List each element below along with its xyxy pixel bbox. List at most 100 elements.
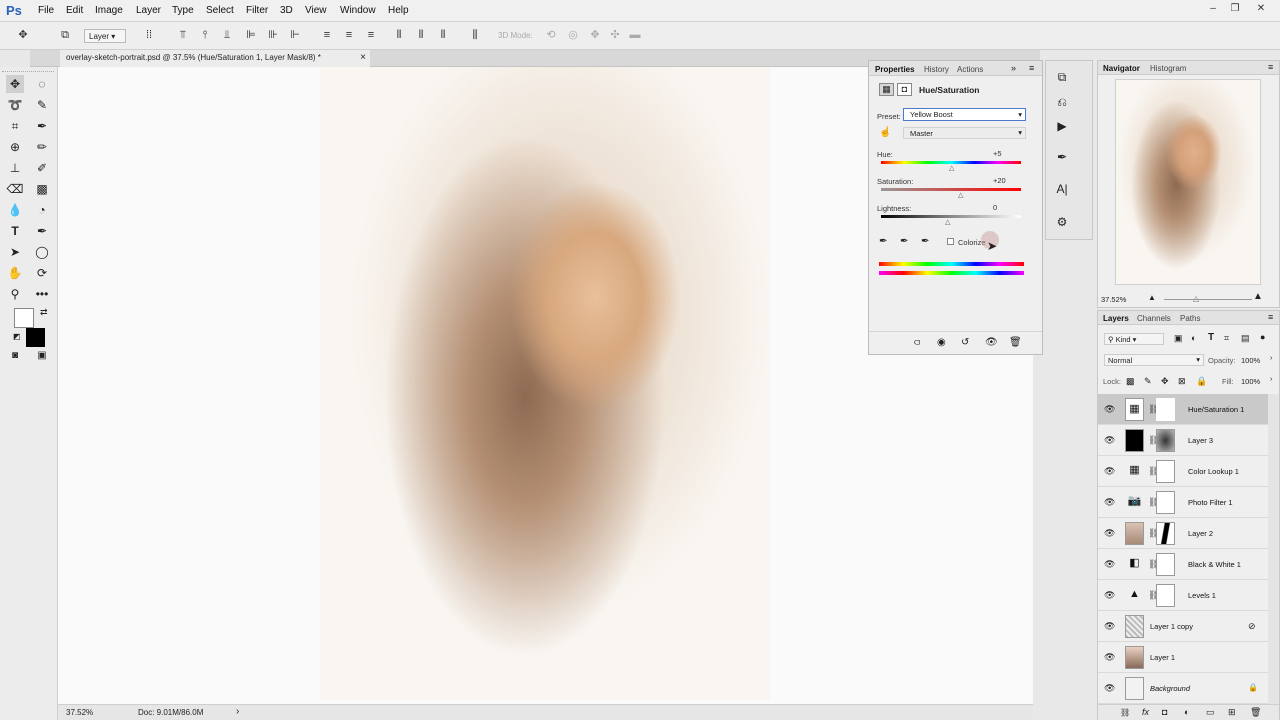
distribute-vcenter-icon[interactable]: ≡	[342, 28, 356, 42]
tab-navigator[interactable]: Navigator	[1103, 64, 1140, 73]
zoom-level[interactable]: 37.52%	[66, 708, 93, 717]
auto-align-icon[interactable]: ⫼	[468, 28, 482, 42]
zoom-out-icon[interactable]: ▲	[1148, 293, 1156, 302]
brush-panel-icon[interactable]: ✒	[1054, 149, 1070, 165]
pen-tool-icon[interactable]: ✒	[33, 222, 51, 240]
marquee-tool-icon[interactable]: ◌	[33, 75, 51, 93]
menu-view[interactable]: View	[305, 5, 327, 16]
3d-pan-icon[interactable]: ✥	[588, 28, 602, 42]
default-colors-icon[interactable]: ◩	[13, 332, 21, 341]
menu-filter[interactable]: Filter	[246, 5, 268, 16]
align-vcenter-icon[interactable]: ⫯	[198, 28, 212, 42]
layer-name[interactable]: Levels 1	[1188, 591, 1216, 600]
tool-presets-icon[interactable]: ⚙	[1054, 214, 1070, 230]
panel-menu-icon[interactable]: ≡	[1268, 312, 1273, 322]
fill-value[interactable]: 100%	[1241, 377, 1260, 386]
properties-panel-icon[interactable]: ⧉	[1054, 69, 1070, 85]
layer-row-layer-1[interactable]: 👁 Layer 1	[1098, 642, 1268, 673]
3d-roll-icon[interactable]: ◎	[566, 28, 580, 42]
close-document-icon[interactable]: ×	[360, 52, 366, 63]
menu-type[interactable]: Type	[172, 5, 194, 16]
layer-filter-dropdown[interactable]: ⚲ Kind ▾	[1104, 333, 1164, 345]
canvas-photo[interactable]	[320, 67, 770, 700]
tab-channels[interactable]: Channels	[1137, 314, 1171, 323]
panel-menu-icon[interactable]: ≡	[1029, 63, 1034, 73]
lasso-tool-icon[interactable]: ➰	[6, 96, 24, 114]
quick-mask-icon[interactable]: ◙	[6, 347, 24, 365]
panel-collapse-icon[interactable]: »	[1011, 63, 1016, 73]
maximize-button[interactable]: ❐	[1226, 3, 1244, 17]
foreground-color-swatch[interactable]	[14, 308, 34, 328]
hand-tool-icon[interactable]: ✋	[6, 264, 24, 282]
clip-to-layer-icon[interactable]: ⫏	[914, 337, 920, 348]
menu-select[interactable]: Select	[206, 5, 234, 16]
layer-row-photo-filter-1[interactable]: 👁 📷 ⛓ Photo Filter 1	[1098, 487, 1268, 518]
visibility-eye-icon[interactable]: 👁	[1104, 652, 1116, 662]
visibility-eye-icon[interactable]: 👁	[1104, 559, 1116, 569]
layer-mask-thumb[interactable]	[1156, 584, 1175, 607]
history-panel-icon[interactable]: ⎌	[1054, 94, 1070, 110]
delete-layer-icon[interactable]: 🗑	[1250, 707, 1261, 718]
preset-dropdown[interactable]: Yellow Boost ▾	[903, 108, 1026, 121]
lock-pixels-icon[interactable]: ✎	[1144, 376, 1152, 387]
healing-brush-tool-icon[interactable]: ⊕	[6, 138, 24, 156]
visibility-eye-icon[interactable]: 👁	[1104, 621, 1116, 631]
status-menu-arrow[interactable]: ›	[236, 706, 239, 717]
distribute-bottom-icon[interactable]: ≡	[364, 28, 378, 42]
menu-3d[interactable]: 3D	[280, 5, 293, 16]
background-color-swatch[interactable]	[26, 328, 45, 347]
lightness-value[interactable]: 0	[993, 203, 997, 212]
tab-layers[interactable]: Layers	[1103, 314, 1129, 323]
layer-row-color-lookup-1[interactable]: 👁 ▦ ⛓ Color Lookup 1	[1098, 456, 1268, 487]
hue-value[interactable]: +5	[993, 149, 1002, 158]
distribute-right-icon[interactable]: ⦀	[436, 28, 450, 42]
align-top-icon[interactable]: ⫪	[176, 28, 190, 42]
layer-mask-thumb[interactable]	[1156, 491, 1175, 514]
adjustment-icon[interactable]: ▦	[879, 83, 894, 96]
character-panel-icon[interactable]: A|	[1054, 181, 1070, 197]
layer-name[interactable]: Layer 1	[1150, 653, 1175, 662]
align-hcenter-icon[interactable]: ⊪	[266, 28, 280, 42]
dodge-tool-icon[interactable]: ◔	[33, 201, 51, 219]
rotate-view-tool-icon[interactable]: ⟳	[33, 264, 51, 282]
eyedropper-tool-icon[interactable]: ✒	[33, 117, 51, 135]
navigator-zoom-value[interactable]: 37.52%	[1101, 295, 1126, 304]
layer-row-layer-3[interactable]: 👁 ⛓ Layer 3	[1098, 425, 1268, 456]
document-tab[interactable]: overlay-sketch-portrait.psd @ 37.5% (Hue…	[60, 50, 370, 67]
lightness-slider-handle[interactable]: △	[945, 218, 950, 226]
ellipse-tool-icon[interactable]: ◯	[33, 243, 51, 261]
tab-properties[interactable]: Properties	[875, 65, 915, 74]
opacity-arrow-icon[interactable]: ›	[1270, 355, 1272, 362]
eyedropper-icon[interactable]: ✒	[879, 236, 887, 247]
lightness-slider-track[interactable]	[881, 215, 1021, 218]
zoom-in-icon[interactable]: ▲	[1253, 291, 1263, 302]
layer-name[interactable]: Hue/Saturation 1	[1188, 405, 1244, 414]
channel-dropdown[interactable]: Master ▾	[903, 127, 1026, 139]
layer-row-levels-1[interactable]: 👁 ▲ ⛓ Levels 1	[1098, 580, 1268, 611]
tab-actions[interactable]: Actions	[957, 65, 983, 74]
new-layer-icon[interactable]: ⊞	[1228, 707, 1236, 718]
visibility-eye-icon[interactable]: 👁	[1104, 404, 1116, 414]
fill-arrow-icon[interactable]: ›	[1270, 376, 1272, 383]
layer-name[interactable]: Background	[1150, 684, 1190, 693]
layer-row-hue-saturation-1[interactable]: 👁 ▦ ⛓ Hue/Saturation 1	[1098, 394, 1268, 425]
smart-filter-icon[interactable]: ⊘	[1248, 621, 1256, 632]
hue-slider-handle[interactable]: △	[949, 164, 954, 172]
screen-mode-icon[interactable]: ▣	[33, 347, 51, 365]
crop-tool-icon[interactable]: ⌗	[6, 117, 24, 135]
align-bottom-icon[interactable]: ⫫	[220, 28, 234, 42]
filter-type-icon[interactable]: T	[1208, 332, 1214, 343]
view-previous-icon[interactable]: ◉	[937, 337, 946, 348]
path-selection-tool-icon[interactable]: ➤	[6, 243, 24, 261]
targeted-adjustment-icon[interactable]: ☝	[879, 127, 891, 138]
visibility-eye-icon[interactable]: 👁	[1104, 528, 1116, 538]
zoom-slider-handle[interactable]: △	[1193, 294, 1199, 303]
3d-rotate-icon[interactable]: ⟲	[544, 28, 558, 42]
lock-all-icon[interactable]: 🔒	[1196, 376, 1207, 387]
align-right-icon[interactable]: ⊩	[288, 28, 302, 42]
3d-slide-icon[interactable]: ✣	[608, 28, 622, 42]
eyedropper-minus-icon[interactable]: ✒	[921, 236, 929, 247]
menu-help[interactable]: Help	[388, 5, 409, 16]
layer-name[interactable]: Photo Filter 1	[1188, 498, 1233, 507]
actions-panel-icon[interactable]: ▶	[1054, 118, 1070, 134]
